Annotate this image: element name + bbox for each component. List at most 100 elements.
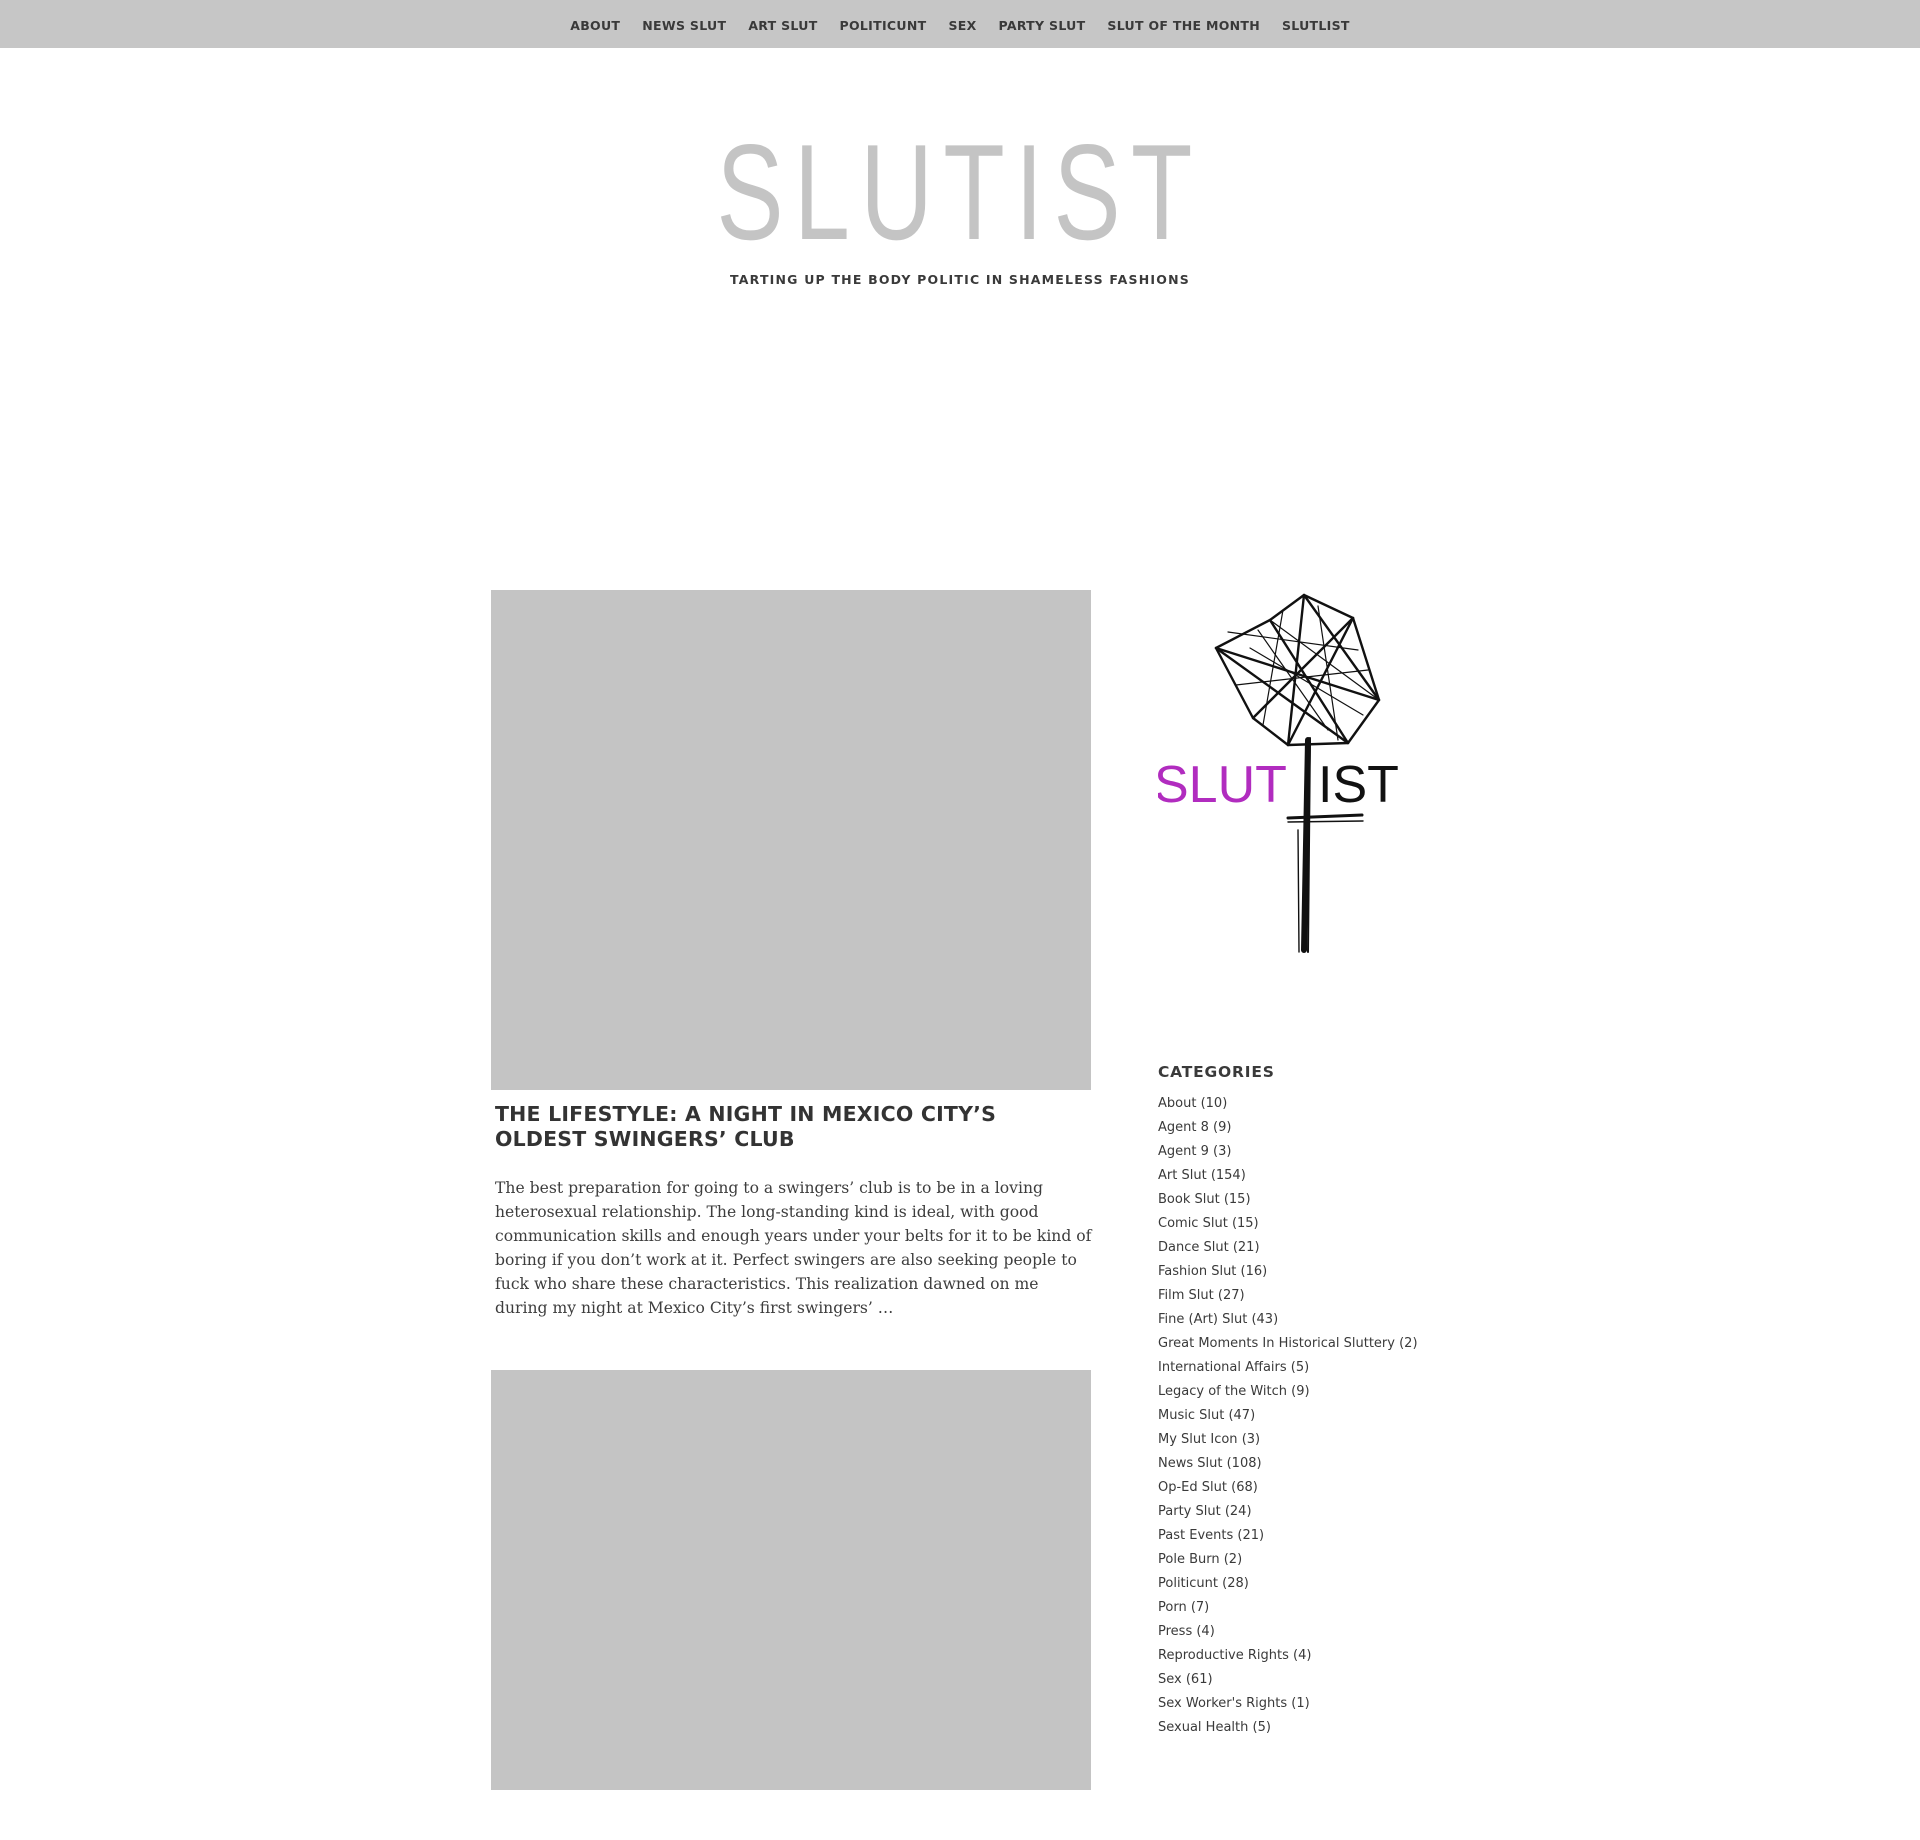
categories-heading: CATEGORIES [1158,1063,1275,1081]
category-count: (3) [1213,1144,1232,1159]
site-title[interactable]: SLUTIST [717,124,1203,260]
star-cross-logo-icon: SLUT IST [1158,593,1399,953]
category-count: (15) [1231,1216,1259,1231]
category-count: (7) [1190,1600,1210,1615]
category-item: Music Slut (47) [1158,1404,1448,1428]
category-count: (21) [1237,1528,1265,1543]
nav-link-slut-of-the-month[interactable]: SLUT OF THE MONTH [1107,18,1260,33]
category-link[interactable]: Film Slut [1158,1288,1214,1303]
category-count: (27) [1217,1288,1245,1303]
slutist-logo: SLUT IST [1158,590,1418,960]
category-count: (4) [1196,1624,1215,1639]
category-link[interactable]: Agent 9 [1158,1144,1209,1159]
category-item: Reproductive Rights (4) [1158,1644,1448,1668]
category-link[interactable]: Pole Burn [1158,1552,1220,1567]
category-item: About (10) [1158,1092,1448,1116]
category-count: (10) [1200,1096,1228,1111]
nav-item-about: ABOUT [570,15,620,34]
category-link[interactable]: Past Events [1158,1528,1233,1543]
post-title[interactable]: THE LIFESTYLE: A NIGHT IN MEXICO CITY’S … [495,1102,1055,1152]
category-count: (21) [1232,1240,1260,1255]
category-item: Op-Ed Slut (68) [1158,1476,1448,1500]
category-link[interactable]: Comic Slut [1158,1216,1228,1231]
post-feed: THE LIFESTYLE: A NIGHT IN MEXICO CITY’S … [491,590,1091,1840]
nav-item-slutlist: SLUTLIST [1282,15,1350,34]
nav-item-party-slut: PARTY SLUT [999,15,1086,34]
category-count: (9) [1213,1120,1232,1135]
category-link[interactable]: Reproductive Rights [1158,1648,1289,1663]
category-item: My Slut Icon (3) [1158,1428,1448,1452]
category-link[interactable]: Party Slut [1158,1504,1221,1519]
sidebar: SLUT IST CATEGORIES About (10) Agent 8 (9… [1158,590,1448,1740]
category-count: (61) [1185,1672,1213,1687]
category-link[interactable]: Sexual Health [1158,1720,1248,1735]
nav-item-slut-of-the-month: SLUT OF THE MONTH [1107,15,1260,34]
category-link[interactable]: Great Moments In Historical Sluttery [1158,1336,1395,1351]
category-count: (47) [1228,1408,1256,1423]
category-link[interactable]: Dance Slut [1158,1240,1229,1255]
category-item: Legacy of the Witch (9) [1158,1380,1448,1404]
category-link[interactable]: Op-Ed Slut [1158,1480,1227,1495]
logo-text-ist: IST [1318,756,1399,814]
category-link[interactable]: Art Slut [1158,1168,1207,1183]
category-link[interactable]: Legacy of the Witch [1158,1384,1287,1399]
category-count: (154) [1210,1168,1246,1183]
category-link[interactable]: Fashion Slut [1158,1264,1236,1279]
nav-link-news-slut[interactable]: NEWS SLUT [642,18,726,33]
category-item: Sexual Health (5) [1158,1716,1448,1740]
category-item: Sex (61) [1158,1668,1448,1692]
post-featured-image[interactable] [491,1370,1091,1790]
category-item: Agent 8 (9) [1158,1116,1448,1140]
category-item: Past Events (21) [1158,1524,1448,1548]
post-excerpt: The best preparation for going to a swin… [495,1179,1092,1317]
category-link[interactable]: Book Slut [1158,1192,1220,1207]
post-featured-image[interactable] [491,590,1091,1090]
category-count: (24) [1224,1504,1252,1519]
site-header: SLUTIST TARTING UP THE BODY POLITIC IN S… [0,48,1920,287]
nav-link-politicunt[interactable]: POLITICUNT [840,18,927,33]
nav-item-art-slut: ART SLUT [748,15,817,34]
category-count: (15) [1223,1192,1251,1207]
category-item: International Affairs (5) [1158,1356,1448,1380]
category-link[interactable]: International Affairs [1158,1360,1287,1375]
nav-link-sex[interactable]: SEX [948,18,976,33]
category-count: (5) [1290,1360,1310,1375]
category-item: Porn (7) [1158,1596,1448,1620]
top-navigation: ABOUT NEWS SLUT ART SLUT POLITICUNT SEX … [0,0,1920,48]
nav-menu: ABOUT NEWS SLUT ART SLUT POLITICUNT SEX … [570,15,1349,34]
category-item: Comic Slut (15) [1158,1212,1448,1236]
category-link[interactable]: Music Slut [1158,1408,1224,1423]
category-link[interactable]: Politicunt [1158,1576,1218,1591]
category-item: Fine (Art) Slut (43) [1158,1308,1448,1332]
category-item: News Slut (108) [1158,1452,1448,1476]
category-count: (16) [1240,1264,1268,1279]
category-item: Fashion Slut (16) [1158,1260,1448,1284]
category-item: Politicunt (28) [1158,1572,1448,1596]
category-item: Film Slut (27) [1158,1284,1448,1308]
category-link[interactable]: About [1158,1096,1196,1111]
category-item: Great Moments In Historical Sluttery (2) [1158,1332,1448,1356]
category-count: (5) [1252,1720,1271,1735]
category-link[interactable]: Agent 8 [1158,1120,1209,1135]
category-count: (1) [1291,1696,1310,1711]
category-item: Agent 9 (3) [1158,1140,1448,1164]
category-count: (2) [1399,1336,1418,1351]
nav-item-politicunt: POLITICUNT [840,15,927,34]
category-link[interactable]: News Slut [1158,1456,1222,1471]
category-item: Party Slut (24) [1158,1500,1448,1524]
category-count: (28) [1222,1576,1249,1591]
nav-link-party-slut[interactable]: PARTY SLUT [999,18,1086,33]
category-link[interactable]: Porn [1158,1600,1187,1615]
nav-link-about[interactable]: ABOUT [570,18,620,33]
category-count: (2) [1223,1552,1243,1567]
category-link[interactable]: Fine (Art) Slut [1158,1312,1247,1327]
category-item: Art Slut (154) [1158,1164,1448,1188]
category-link[interactable]: Press [1158,1624,1192,1639]
category-link[interactable]: Sex [1158,1672,1182,1687]
category-count: (43) [1251,1312,1279,1327]
category-item: Sex Worker's Rights (1) [1158,1692,1448,1716]
nav-link-slutlist[interactable]: SLUTLIST [1282,18,1350,33]
category-count: (4) [1293,1648,1312,1663]
nav-link-art-slut[interactable]: ART SLUT [748,18,817,33]
category-link[interactable]: Sex Worker's Rights [1158,1696,1287,1711]
